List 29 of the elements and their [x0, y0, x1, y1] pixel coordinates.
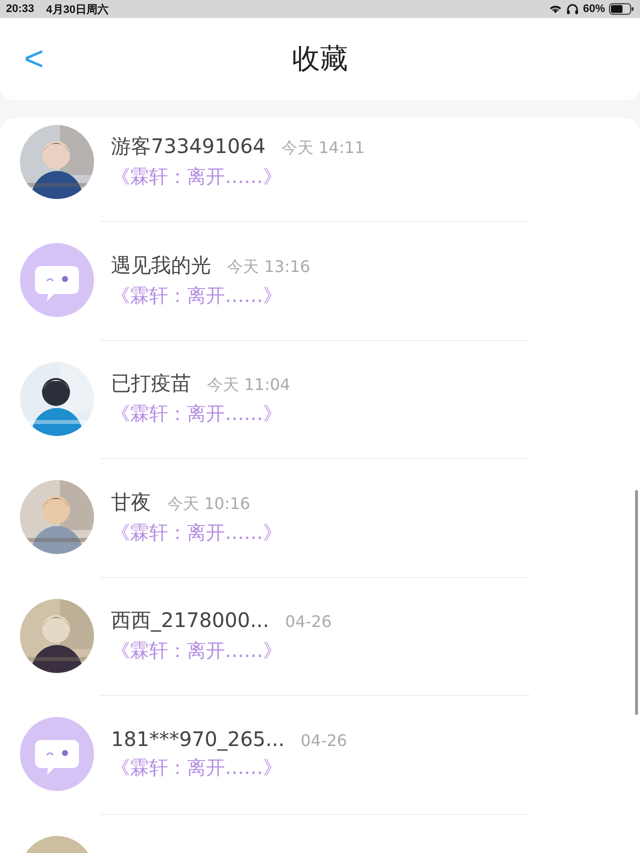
timestamp: 04-26 [300, 731, 348, 750]
work-title: 《霖轩：离开……》 [111, 402, 283, 427]
work-title: 《霖轩：离开……》 [111, 520, 282, 546]
scrollbar[interactable] [635, 490, 638, 715]
user-name: 遇见我的光 [111, 252, 211, 278]
headphones-icon [566, 4, 579, 14]
work-title: 《霖轩：离开……》 [111, 639, 283, 664]
work-title: 《霖轩：离开……》 [111, 756, 283, 781]
back-button[interactable]: < [18, 40, 50, 78]
status-date: 4月30日周六 [46, 2, 108, 16]
timestamp: 今天 11:04 [207, 375, 290, 396]
status-time: 20:33 [6, 3, 34, 15]
user-name: 已打疫苗 [111, 370, 191, 397]
timestamp: 04-26 [285, 612, 332, 631]
wifi-icon [548, 4, 562, 14]
battery-percent: 60% [582, 3, 605, 15]
timestamp: 今天 10:16 [167, 494, 250, 514]
user-name: 游客733491064 [111, 133, 266, 160]
user-name: 甘夜 [111, 488, 151, 516]
battery-icon [609, 3, 634, 15]
chat-bubble-avatar-icon [20, 243, 94, 317]
chat-bubble-avatar-icon [20, 717, 94, 791]
work-title: 《霖轩：离开……》 [111, 284, 283, 308]
timestamp: 今天 14:11 [282, 138, 365, 159]
user-name: 西西_2178000... [111, 607, 270, 634]
user-name: 181***970_265... [111, 727, 285, 751]
page-title: 收藏 [292, 41, 348, 77]
timestamp: 今天 13:16 [227, 256, 310, 278]
work-title: 《霖轩：离开……》 [111, 165, 283, 190]
